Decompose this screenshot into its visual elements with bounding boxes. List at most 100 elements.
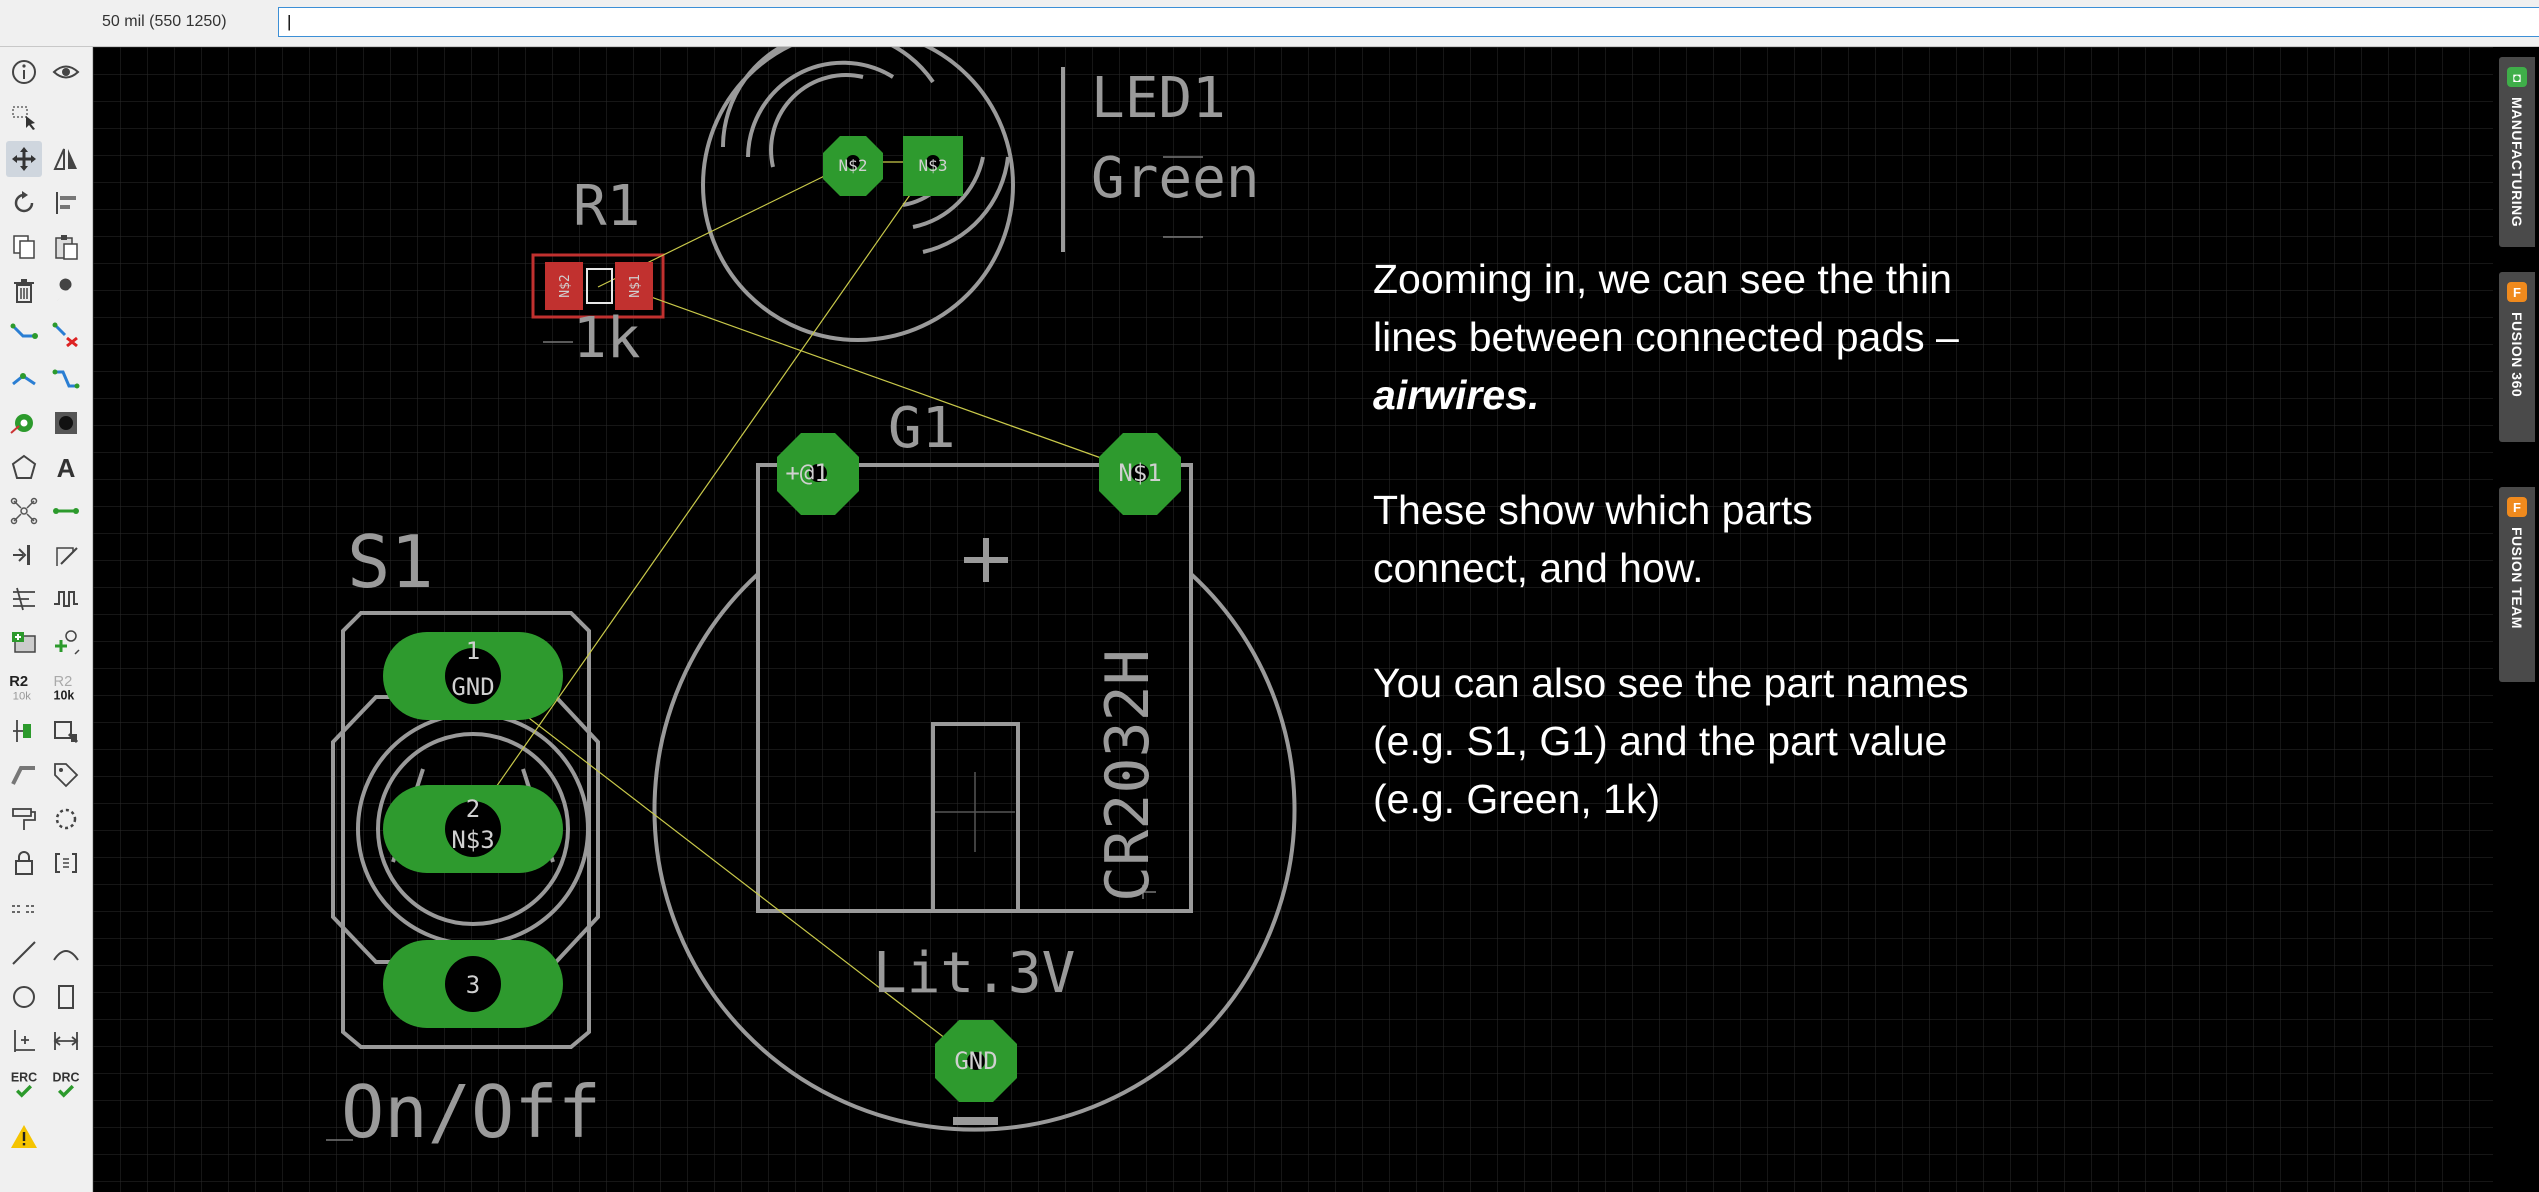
add-part-tool-button[interactable] [6,625,42,661]
via-icon [10,414,33,434]
join-icon [12,905,36,913]
name-tool-sublabel: 10k [13,690,32,702]
r1-name-label: R1 [573,174,640,239]
attribute-tool-button[interactable] [48,757,84,793]
annotation-paragraph-3: You can also see the part names (e.g. S1… [1373,660,1969,822]
fusion-team-icon: F [2507,497,2527,517]
g1-package-label: CR2032H [1093,649,1163,902]
left-toolbar: A R2 10k R2 10k ERC DRC [0,47,93,1192]
move-tool-button[interactable] [6,141,42,177]
text-tool-button[interactable]: A [48,449,84,485]
group-bracket-icon [55,853,77,873]
right-side-panel: ◘ MANUFACTURING F FUSION 360 F FUSION TE… [2493,47,2539,1192]
s1-pad-1-number: 1 [466,637,480,665]
copy-tool-button[interactable] [6,229,42,265]
join-tool-button[interactable] [6,891,42,927]
smash-tool-button[interactable] [6,713,42,749]
info-tool-button[interactable] [6,54,42,90]
hole-tool-button[interactable] [48,405,84,441]
hole-icon [55,412,77,434]
change-tool-button[interactable] [48,713,84,749]
airwire-route-tool-button[interactable] [48,493,84,529]
ripup-tool-button[interactable] [48,317,84,353]
add-part-icon [12,632,36,653]
replace-part-tool-button[interactable] [48,625,84,661]
led1-pad-1-label: N$2 [839,156,868,175]
manufacturing-tab-label: MANUFACTURING [2509,97,2525,228]
s1-pad-3-number: 3 [466,971,480,999]
align-tool-button[interactable] [48,185,84,221]
command-line-input[interactable] [278,7,2539,37]
spread-tool-button[interactable] [6,581,42,617]
miter-tool-button[interactable] [6,757,42,793]
split-icon [12,373,36,386]
annotation-emphasis: airwires. [1373,372,1540,418]
route-tool-button[interactable] [6,317,42,353]
dimension-tool-button[interactable] [6,1023,42,1059]
warnings-tool-button[interactable] [6,1119,42,1155]
fanout-icon [10,497,38,525]
rotate-icon [14,191,34,213]
fusion-360-tab[interactable]: F FUSION 360 [2499,272,2535,442]
drc-tool-button[interactable]: DRC [48,1067,84,1103]
line-icon [12,941,36,965]
swap-icon [13,545,30,565]
delete-tool-button[interactable] [6,273,42,309]
value-icon: R210k [54,674,75,703]
g1-pad-n1-label: N$1 [1118,459,1161,487]
mirror-tool-button[interactable] [48,141,84,177]
name-tool-button[interactable]: R2 10k [6,669,42,705]
coordinate-readout: 50 mil (550 1250) [102,13,227,30]
rotate-tool-button[interactable] [6,185,42,221]
value-tool-button[interactable]: R2 10k [48,669,84,705]
info-icon [12,60,36,84]
value-tool-sublabel: 10k [54,688,75,702]
g1-pad-plus-label: +@1 [785,459,828,487]
eye-icon [52,65,80,79]
align-icon [56,192,76,214]
rectangle-tool-button[interactable] [48,979,84,1015]
polygon-tool-button[interactable] [6,449,42,485]
properties-tool-button[interactable] [48,273,84,309]
via-tool-button[interactable] [6,405,42,441]
split-tool-button[interactable] [6,361,42,397]
fusion-360-icon: F [2507,282,2527,302]
miter-icon [11,766,35,785]
route-icon [10,323,38,339]
spread-icon [13,587,35,611]
r1-pad-1-label: N$2 [558,274,573,297]
r1-value-label: 1k [573,306,640,371]
board-canvas[interactable]: LED1 Green R1 1k G1 Lit.3V S1 On/Off CR2… [93,47,2493,1192]
annotation-text: Zooming in, we can see the thin lines be… [1373,250,1973,885]
pin-swap-tool-button[interactable] [48,801,84,837]
optimize-tool-button[interactable] [48,361,84,397]
paste-tool-button[interactable] [48,229,84,265]
measure-icon [53,1032,79,1050]
rectangle-icon [58,985,74,1009]
trash-icon [14,279,34,303]
paint-roller-tool-button[interactable] [6,801,42,837]
fusion-team-tab[interactable]: F FUSION TEAM [2499,487,2535,682]
dimension-icon [14,1030,35,1052]
line-tool-button[interactable] [6,935,42,971]
manufacturing-tab[interactable]: ◘ MANUFACTURING [2499,57,2535,247]
led1-pad-2-label: N$3 [919,156,948,175]
replace-part-icon [55,630,80,655]
s1-name-label: S1 [347,520,434,604]
s1-pad-2-label: N$3 [451,826,494,854]
outline-tool-button[interactable] [48,537,84,573]
fusion-team-tab-label: FUSION TEAM [2509,527,2525,629]
outline-icon [56,547,78,566]
measure-tool-button[interactable] [48,1023,84,1059]
erc-tool-button[interactable]: ERC [6,1067,42,1103]
text-icon: A [57,453,76,483]
group-select-tool-button[interactable] [6,98,42,134]
swap-tool-button[interactable] [6,537,42,573]
arc-tool-button[interactable] [48,935,84,971]
show-tool-button[interactable] [48,54,84,90]
group-tool-button[interactable] [48,845,84,881]
meander-tool-button[interactable] [48,581,84,617]
fanout-tool-button[interactable] [6,493,42,529]
lock-tool-button[interactable] [6,845,42,881]
circle-tool-button[interactable] [6,979,42,1015]
